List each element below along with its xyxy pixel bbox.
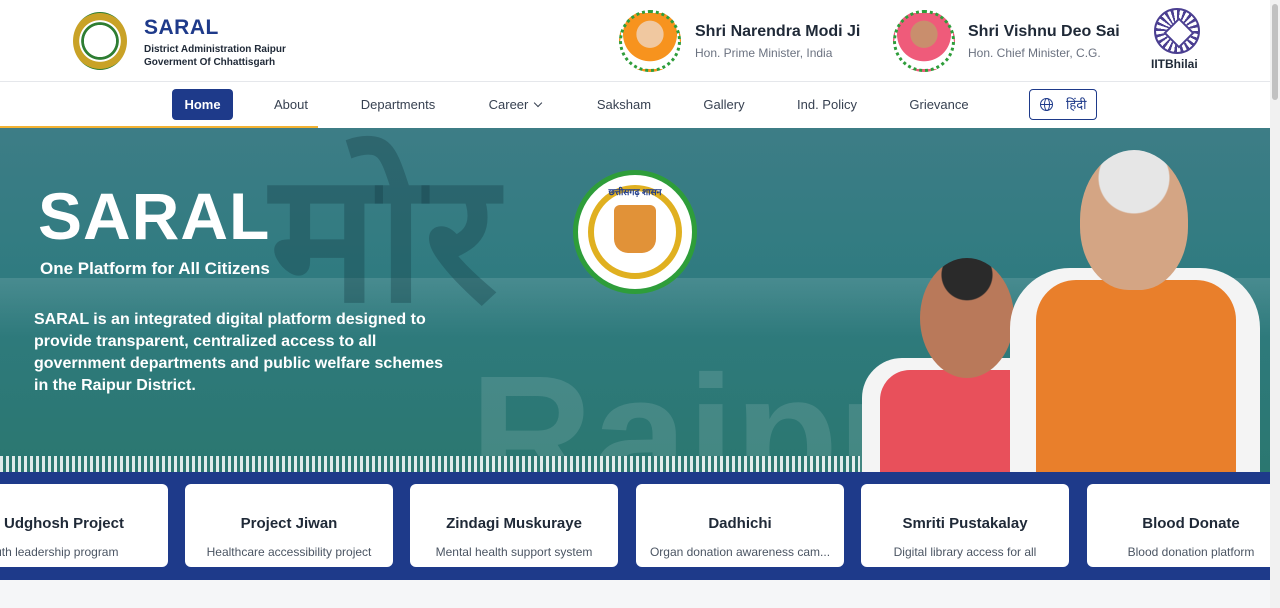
main-navigation: Home About Departments Career Saksham Ga… (0, 82, 1270, 129)
pm-face (1080, 150, 1188, 290)
nav-item-departments[interactable]: Departments (352, 89, 444, 120)
leader-prime-minister: Shri Narendra Modi Ji Hon. Prime Ministe… (619, 10, 861, 72)
project-card-jiwan[interactable]: Project Jiwan Healthcare accessibility p… (185, 484, 393, 567)
project-card-zindagi-muskuraye[interactable]: Zindagi Muskuraye Mental health support … (410, 484, 618, 567)
partner-label: IITBhilai (1151, 57, 1198, 71)
projects-carousel: Udghosh Project Youth leadership program… (0, 472, 1270, 580)
page: SARAL District Administration Raipur Gov… (0, 0, 1270, 608)
project-card-blood-donate[interactable]: Blood Donate Blood donation platform (1087, 484, 1270, 567)
scrollbar-thumb[interactable] (1272, 4, 1278, 100)
ashoka-emblem-icon (614, 205, 656, 253)
hero-title: SARAL (38, 179, 271, 253)
project-card-smriti-pustakalay[interactable]: Smriti Pustakalay Digital library access… (861, 484, 1069, 567)
hero-description: SARAL is an integrated digital platform … (34, 311, 444, 394)
hero-tagline: One Platform for All Citizens (40, 259, 270, 278)
prime-minister-photo (1010, 150, 1260, 472)
project-title: Blood Donate (1142, 515, 1240, 532)
page-scrollbar[interactable] (1270, 0, 1280, 608)
prime-minister-avatar (619, 10, 681, 72)
chevron-down-icon (534, 98, 543, 108)
project-description: Mental health support system (435, 545, 593, 559)
iit-bhilai-logo-icon[interactable] (1154, 8, 1200, 54)
project-title: Project Jiwan (240, 515, 338, 532)
project-description: Organ donation awareness cam... (649, 545, 831, 559)
brand-subtitle-line-1: District Administration Raipur (144, 44, 286, 55)
nav-item-career[interactable]: Career (480, 89, 550, 120)
chhattisgarh-emblem-icon: छत्तीसगढ़ शासन (573, 170, 697, 294)
site-header: SARAL District Administration Raipur Gov… (0, 0, 1270, 82)
brand-subtitle: District Administration Raipur Goverment… (144, 43, 286, 69)
district-logo-icon[interactable] (73, 12, 127, 70)
leader-role: Hon. Prime Minister, India (695, 46, 833, 60)
project-title: Zindagi Muskuraye (446, 515, 582, 532)
nav-item-about[interactable]: About (262, 89, 320, 120)
language-label: हिंदी (1066, 97, 1087, 112)
hero-banner: मोर Raipur SARAL One Platform for All Ci… (0, 128, 1270, 472)
globe-icon (1040, 98, 1053, 111)
nav-item-saksham[interactable]: Saksham (589, 89, 659, 120)
leader-chief-minister: Shri Vishnu Deo Sai Hon. Chief Minister,… (893, 10, 1123, 72)
project-description: Blood donation platform (1127, 545, 1255, 559)
leader-role: Hon. Chief Minister, C.G. (968, 46, 1101, 60)
leader-name: Shri Narendra Modi Ji (695, 23, 861, 40)
nav-item-gallery[interactable]: Gallery (694, 89, 754, 120)
project-title: Smriti Pustakalay (902, 515, 1028, 532)
language-toggle-button[interactable]: हिंदी (1029, 89, 1097, 120)
brand-subtitle-line-2: Goverment Of Chhattisgarh (144, 57, 276, 68)
brand-title[interactable]: SARAL (144, 16, 219, 40)
project-description: Digital library access for all (893, 545, 1037, 559)
nav-item-home[interactable]: Home (172, 89, 233, 120)
nav-item-career-label: Career (488, 97, 529, 112)
leader-name: Shri Vishnu Deo Sai (968, 23, 1120, 40)
nav-item-ind-policy[interactable]: Ind. Policy (789, 89, 865, 120)
chief-minister-avatar (893, 10, 955, 72)
project-title: Udghosh Project (3, 515, 124, 532)
hero-decorative-border (0, 456, 860, 472)
emblem-text: छत्तीसगढ़ शासन (608, 187, 662, 197)
nav-item-grievance[interactable]: Grievance (902, 89, 976, 120)
project-card-dadhichi[interactable]: Dadhichi Organ donation awareness cam... (636, 484, 844, 567)
project-description: Youth leadership program (0, 545, 119, 559)
pm-vest (1036, 280, 1236, 472)
cm-face (920, 258, 1014, 378)
project-card-udghosh[interactable]: Udghosh Project Youth leadership program (0, 484, 168, 567)
project-title: Dadhichi (708, 515, 772, 532)
project-description: Healthcare accessibility project (206, 545, 372, 559)
